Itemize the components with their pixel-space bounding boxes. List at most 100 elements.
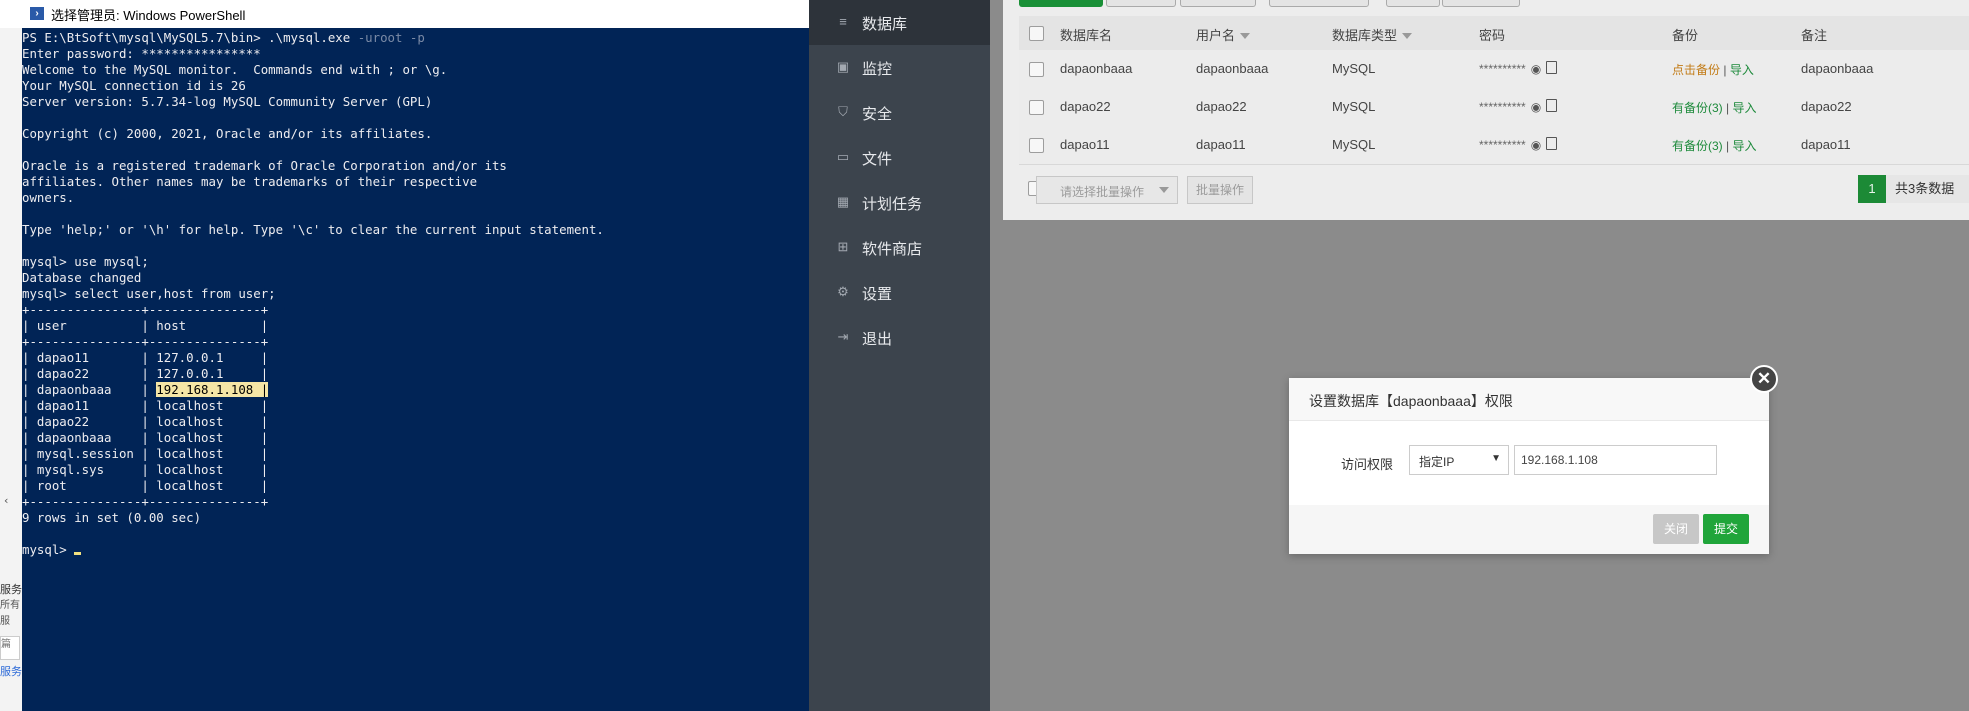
calendar-icon: ▦ <box>836 194 850 209</box>
cell-type: MySQL <box>1332 61 1376 76</box>
close-icon[interactable]: ✕ <box>1750 365 1778 393</box>
console-line: | mysql.session | localhost | <box>22 446 269 461</box>
console-line: | dapaonbaaa | 192.168.1.108 | <box>22 382 269 397</box>
chevron-down-icon <box>1159 187 1169 193</box>
monitor-icon: ▣ <box>836 59 850 74</box>
sidebar-item-label: 设置 <box>862 286 893 303</box>
row-checkbox[interactable] <box>1029 100 1044 115</box>
toolbar-button-5[interactable] <box>1386 0 1440 7</box>
toolbar-button-2[interactable] <box>1106 0 1176 7</box>
dialog-footer: 关闭 提交 <box>1289 505 1769 554</box>
console-line: | mysql.sys | localhost | <box>22 462 269 477</box>
eye-icon[interactable]: ◉ <box>1531 62 1541 76</box>
console-line: +---------------+---------------+ <box>22 494 269 509</box>
link-separator: | <box>1726 101 1730 115</box>
cell-user: dapao22 <box>1196 99 1247 114</box>
console-line: Type 'help;' or '\h' for help. Type '\c'… <box>22 222 604 237</box>
close-button[interactable]: 关闭 <box>1653 514 1699 544</box>
table-row: dapao11 dapao11 MySQL ********** ◉ 有备份(3) | 导… <box>1019 126 1969 165</box>
sidebar-item-6[interactable]: ⚙ 设置 <box>809 270 990 315</box>
batch-action-button[interactable]: 批量操作 <box>1187 176 1253 204</box>
row-checkbox[interactable] <box>1029 62 1044 77</box>
console-line: Welcome to the MySQL monitor. Commands e… <box>22 62 448 77</box>
sidebar-item-label: 安全 <box>862 106 893 123</box>
batch-action-select[interactable]: 请选择批量操作 <box>1036 176 1178 204</box>
sidebar: ≡ 数据库 ▣ 监控 ⛉ 安全 ▭ 文件 ▦ 计划任务 ⊞ 软件商店 ⚙ 设置 ⇥ 退出 <box>809 0 990 711</box>
header-user[interactable]: 用户名 <box>1196 25 1251 44</box>
copy-icon[interactable] <box>1546 137 1558 150</box>
toolbar-button-4[interactable] <box>1269 0 1369 7</box>
text-cursor <box>74 552 82 555</box>
powershell-console[interactable]: PS E:\BtSoft\mysql\MySQL5.7\bin> .\mysql… <box>22 28 809 711</box>
console-line: | dapaonbaaa | localhost | <box>22 430 269 445</box>
page-current[interactable]: 1 <box>1858 175 1886 203</box>
copy-icon[interactable] <box>1546 61 1558 74</box>
cell-backup: 点击备份 | 导入 <box>1672 61 1754 78</box>
background-window-fragment: 服务 所有服 篇 服务 <box>0 582 22 680</box>
console-selection[interactable]: 192.168.1.108 | <box>156 382 269 397</box>
sidebar-item-7[interactable]: ⇥ 退出 <box>809 315 990 360</box>
sidebar-item-label: 计划任务 <box>862 196 923 213</box>
console-line: | dapao22 | localhost | <box>22 414 269 429</box>
cell-user: dapaonbaaa <box>1196 61 1269 76</box>
sidebar-item-label: 软件商店 <box>862 241 923 258</box>
select-all-checkbox[interactable] <box>1029 26 1044 41</box>
fragment-input[interactable]: 篇 <box>0 636 20 660</box>
header-note: 备注 <box>1801 28 1828 43</box>
scroll-left-arrow-icon[interactable]: ‹ <box>4 494 18 508</box>
sidebar-item-5[interactable]: ⊞ 软件商店 <box>809 225 990 270</box>
import-link[interactable]: 导入 <box>1730 63 1754 77</box>
console-args: -uroot -p <box>357 30 425 45</box>
table-header: 数据库名 用户名 数据库类型 密码 备份 备注 <box>1019 16 1969 51</box>
console-line: | dapao11 | 127.0.0.1 | <box>22 350 269 365</box>
console-line: 9 rows in set (0.00 sec) <box>22 510 202 525</box>
backup-link[interactable]: 点击备份 <box>1672 63 1720 77</box>
fragment-link[interactable]: 服务 <box>0 664 22 680</box>
table-row: dapaonbaaa dapaonbaaa MySQL ********** ◉ 点击备份… <box>1019 50 1969 89</box>
dialog-header: 设置数据库【dapaonbaaa】权限 <box>1289 378 1769 421</box>
header-name: 数据库名 <box>1060 28 1113 43</box>
cell-user: dapao11 <box>1196 137 1246 152</box>
powershell-titlebar[interactable]: › 选择管理员: Windows PowerShell <box>22 0 809 29</box>
backup-link[interactable]: 有备份(3) <box>1672 101 1723 115</box>
sidebar-item-3[interactable]: ▭ 文件 <box>809 135 990 180</box>
sidebar-item-2[interactable]: ⛉ 安全 <box>809 90 990 135</box>
header-type[interactable]: 数据库类型 <box>1332 25 1413 44</box>
table-row: dapao22 dapao22 MySQL ********** ◉ 有备份(3) | 导… <box>1019 88 1969 127</box>
import-link[interactable]: 导入 <box>1732 101 1756 115</box>
copy-icon[interactable] <box>1546 99 1558 112</box>
password-mask: ********** <box>1479 100 1526 114</box>
console-line: Oracle is a registered trademark of Orac… <box>22 158 507 173</box>
toolbar-button-3[interactable] <box>1180 0 1256 7</box>
sidebar-item-label: 数据库 <box>862 16 908 33</box>
eye-icon[interactable]: ◉ <box>1531 138 1541 152</box>
eye-icon[interactable]: ◉ <box>1531 100 1541 114</box>
console-line: Server version: 5.7.34-log MySQL Communi… <box>22 94 433 109</box>
cell-type: MySQL <box>1332 99 1376 114</box>
sidebar-item-4[interactable]: ▦ 计划任务 <box>809 180 990 225</box>
logout-icon: ⇥ <box>837 329 849 344</box>
sidebar-item-label: 文件 <box>862 151 893 168</box>
row-checkbox[interactable] <box>1029 138 1044 153</box>
sidebar-item-1[interactable]: ▣ 监控 <box>809 45 990 90</box>
cell-note: dapao22 <box>1801 99 1852 114</box>
sidebar-item-0[interactable]: ≡ 数据库 <box>809 0 990 45</box>
backup-link[interactable]: 有备份(3) <box>1672 139 1723 153</box>
access-permission-select[interactable]: 指定IP ▼ <box>1409 445 1509 475</box>
console-prompt: PS E:\BtSoft\mysql\MySQL5.7\bin> .\mysql… <box>22 30 358 45</box>
cell-type: MySQL <box>1332 137 1376 152</box>
submit-button[interactable]: 提交 <box>1703 514 1749 544</box>
add-database-button[interactable] <box>1019 0 1103 7</box>
toolbar-button-6[interactable] <box>1442 0 1520 7</box>
folder-icon: ▭ <box>836 149 850 164</box>
import-link[interactable]: 导入 <box>1732 139 1756 153</box>
sort-caret-icon <box>1240 33 1251 39</box>
console-line: Database changed <box>22 270 142 285</box>
console-line: Enter password: **************** <box>22 46 261 61</box>
cell-note: dapao11 <box>1801 137 1851 152</box>
ip-address-input[interactable] <box>1514 445 1717 475</box>
console-line: Copyright (c) 2000, 2021, Oracle and/or … <box>22 126 433 141</box>
header-password: 密码 <box>1479 28 1506 43</box>
dialog-title: 设置数据库【dapaonbaaa】权限 <box>1309 393 1513 409</box>
database-icon: ≡ <box>839 14 847 29</box>
